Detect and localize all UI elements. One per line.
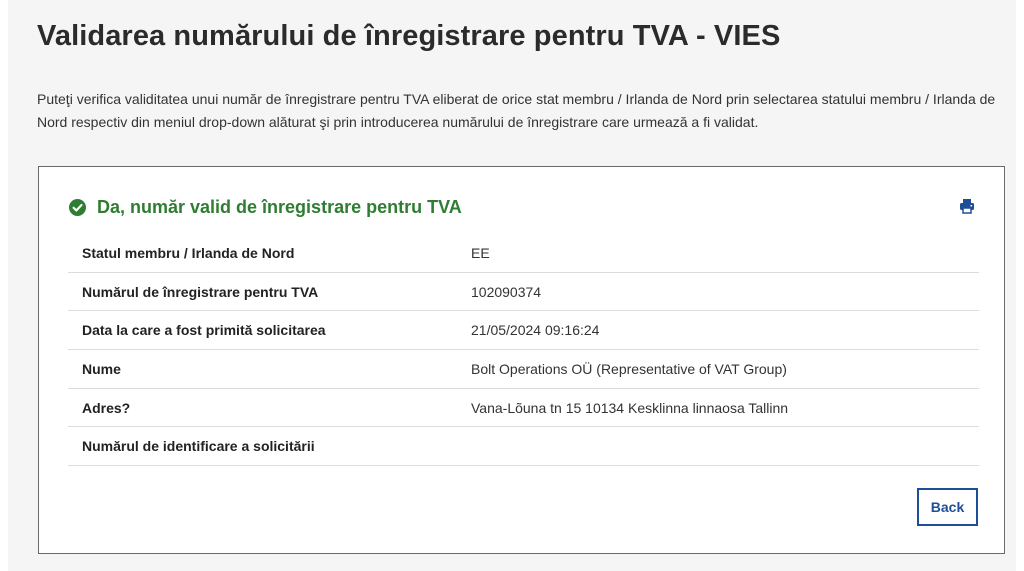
row-label: Adres? (82, 399, 131, 416)
page-title: Validarea numărului de înregistrare pent… (37, 20, 781, 52)
row-label: Numărul de identificare a solicitării (82, 438, 315, 455)
row-value: Vana-Lõuna tn 15 10134 Kesklinna linnaos… (471, 399, 789, 416)
check-circle-icon (69, 199, 86, 216)
result-details-table: Statul membru / Irlanda de Nord EE Număr… (68, 234, 979, 467)
table-row: Statul membru / Irlanda de Nord EE (68, 234, 979, 273)
back-button[interactable]: Back (917, 488, 978, 526)
table-row: Adres? Vana-Lõuna tn 15 10134 Kesklinna … (68, 389, 979, 428)
page-background: Validarea numărului de înregistrare pent… (8, 0, 1016, 571)
row-label: Statul membru / Irlanda de Nord (82, 244, 295, 261)
result-card: Da, număr valid de înregistrare pentru T… (38, 166, 1005, 554)
row-value: EE (471, 244, 490, 261)
row-value: Bolt Operations OÜ (Representative of VA… (471, 360, 787, 377)
table-row: Data la care a fost primită solicitarea … (68, 311, 979, 351)
row-label: Data la care a fost primită solicitarea (82, 322, 326, 339)
validity-status-text: Da, număr valid de înregistrare pentru T… (97, 197, 462, 217)
row-value: 21/05/2024 09:16:24 (471, 322, 600, 339)
table-row: Nume Bolt Operations OÜ (Representative … (68, 350, 979, 389)
table-row: Numărul de înregistrare pentru TVA 10209… (68, 273, 979, 312)
row-label: Nume (82, 360, 121, 377)
intro-text: Puteţi verifica validitatea unui număr d… (37, 91, 996, 130)
table-row: Numărul de identificare a solicitării (68, 427, 979, 467)
print-icon[interactable] (959, 198, 975, 214)
row-value: 102090374 (471, 283, 542, 300)
row-label: Numărul de înregistrare pentru TVA (82, 283, 319, 300)
validity-status: Da, număr valid de înregistrare pentru T… (69, 197, 462, 218)
